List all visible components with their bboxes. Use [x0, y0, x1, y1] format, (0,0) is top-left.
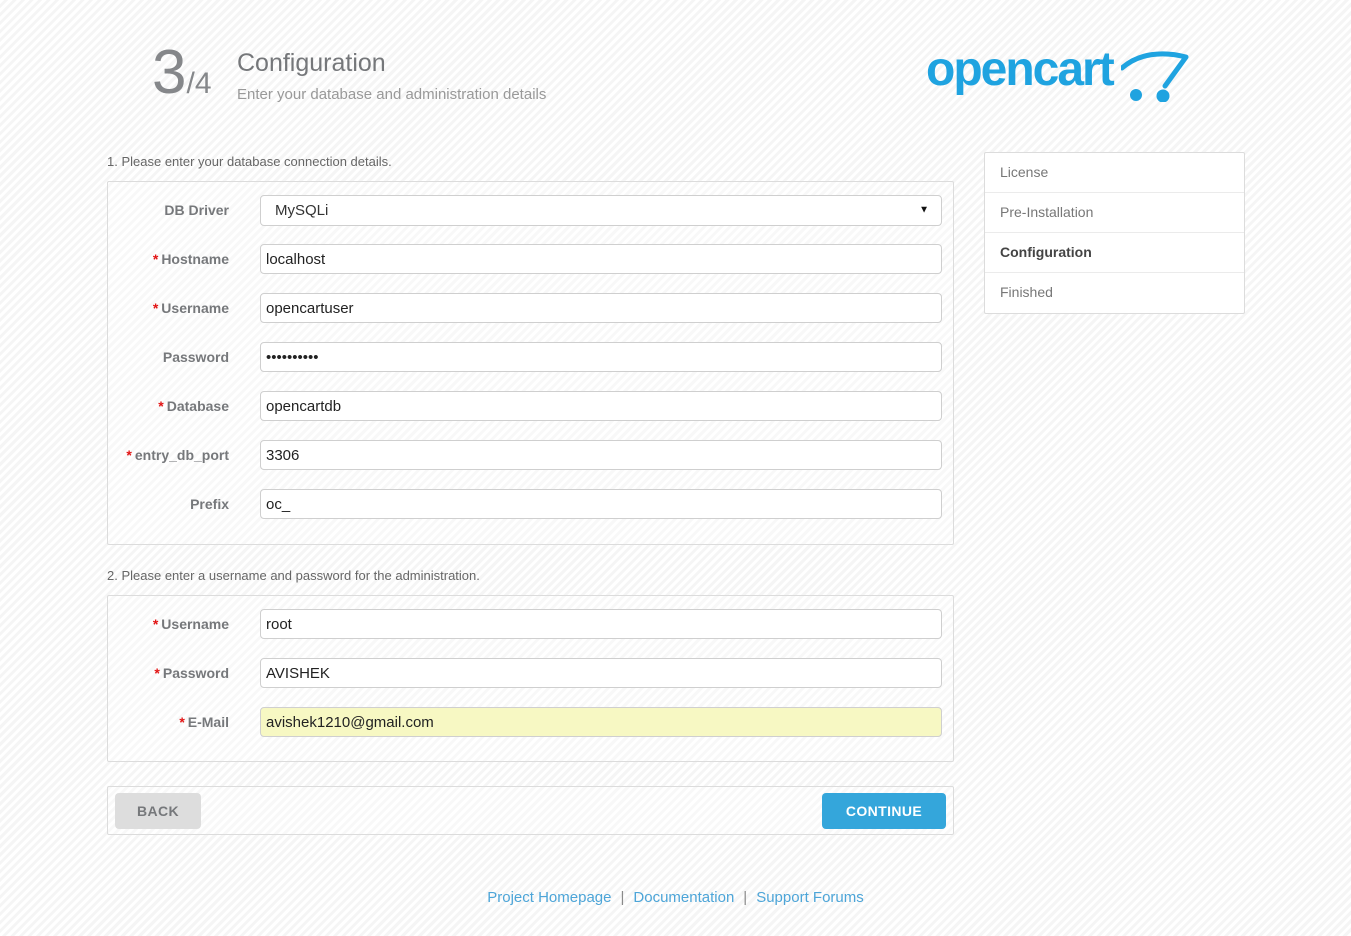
form-row-admin-password: *Password — [108, 658, 953, 688]
field-label-text: Password — [163, 349, 229, 365]
field-label-text: Username — [161, 616, 229, 632]
db-password-input[interactable] — [260, 342, 942, 372]
admin-section-heading: 2. Please enter a username and password … — [107, 568, 480, 583]
required-marker: * — [179, 714, 184, 730]
db-database-label: *Database — [108, 398, 229, 414]
required-marker: * — [153, 251, 158, 267]
db-hostname-input[interactable] — [260, 244, 942, 274]
step-number: 3 — [152, 42, 186, 104]
cart-icon — [1121, 50, 1189, 102]
field-label-text: Hostname — [161, 251, 229, 267]
form-row-db-port: *entry_db_port — [108, 440, 953, 470]
db-port-input[interactable] — [260, 440, 942, 470]
field-label-text: DB Driver — [164, 202, 229, 218]
form-row-db-prefix: Prefix — [108, 489, 953, 519]
documentation-link[interactable]: Documentation — [633, 889, 734, 906]
support-forums-link[interactable]: Support Forums — [756, 889, 864, 906]
db-panel: DB Driver MySQLi ▼ *Hostname *Username P… — [107, 181, 954, 545]
admin-email-input[interactable] — [260, 707, 942, 737]
db-prefix-label: Prefix — [108, 496, 229, 512]
field-label-text: Username — [161, 300, 229, 316]
form-row-db-password: Password — [108, 342, 953, 372]
step-indicator: 3/4 — [152, 42, 212, 104]
admin-username-input[interactable] — [260, 609, 942, 639]
form-row-db-hostname: *Hostname — [108, 244, 953, 274]
required-marker: * — [126, 447, 131, 463]
chevron-down-icon: ▼ — [919, 205, 929, 216]
admin-email-label: *E-Mail — [108, 714, 229, 730]
db-password-label: Password — [108, 349, 229, 365]
field-label-text: Prefix — [190, 496, 229, 512]
opencart-logo-text: opencart — [926, 44, 1113, 96]
form-row-db-driver: DB Driver MySQLi ▼ — [108, 195, 953, 225]
sidebar-item-finished: Finished — [985, 273, 1244, 313]
admin-password-input[interactable] — [260, 658, 942, 688]
required-marker: * — [154, 665, 159, 681]
db-section-heading: 1. Please enter your database connection… — [107, 154, 392, 169]
db-database-input[interactable] — [260, 391, 942, 421]
db-driver-label: DB Driver — [108, 202, 229, 218]
field-label-text: Password — [163, 665, 229, 681]
page-subtitle: Enter your database and administration d… — [237, 86, 546, 103]
project-homepage-link[interactable]: Project Homepage — [487, 889, 611, 906]
field-label-text: E-Mail — [188, 714, 229, 730]
step-total: /4 — [186, 67, 211, 101]
footer: Project Homepage | Documentation | Support F… — [0, 889, 1351, 906]
page-title: Configuration — [237, 49, 546, 78]
footer-separator: | — [743, 889, 747, 906]
continue-button[interactable]: CONTINUE — [822, 793, 946, 829]
sidebar-item-configuration: Configuration — [985, 233, 1244, 273]
opencart-logo: opencart — [926, 44, 1189, 102]
required-marker: * — [158, 398, 163, 414]
sidebar-item-license: License — [985, 153, 1244, 193]
form-row-admin-username: *Username — [108, 609, 953, 639]
db-driver-selected-value: MySQLi — [261, 202, 328, 219]
back-button[interactable]: BACK — [115, 793, 201, 829]
required-marker: * — [153, 300, 158, 316]
required-marker: * — [153, 616, 158, 632]
db-username-label: *Username — [108, 300, 229, 316]
admin-panel: *Username *Password *E-Mail — [107, 595, 954, 762]
form-row-admin-email: *E-Mail — [108, 707, 953, 737]
sidebar-item-pre-installation: Pre-Installation — [985, 193, 1244, 233]
install-page: 3/4 Configuration Enter your database an… — [0, 0, 1351, 936]
admin-username-label: *Username — [108, 616, 229, 632]
footer-separator: | — [620, 889, 624, 906]
action-bar: BACK CONTINUE — [107, 786, 954, 835]
field-label-text: Database — [167, 398, 229, 414]
form-row-db-database: *Database — [108, 391, 953, 421]
form-row-db-username: *Username — [108, 293, 953, 323]
db-prefix-input[interactable] — [260, 489, 942, 519]
db-username-input[interactable] — [260, 293, 942, 323]
install-steps-sidebar: License Pre-Installation Configuration F… — [984, 152, 1245, 314]
db-port-label: *entry_db_port — [108, 447, 229, 463]
header-titles: Configuration Enter your database and ad… — [237, 49, 546, 103]
admin-password-label: *Password — [108, 665, 229, 681]
db-hostname-label: *Hostname — [108, 251, 229, 267]
db-driver-select[interactable]: MySQLi ▼ — [260, 195, 942, 226]
field-label-text: entry_db_port — [135, 447, 229, 463]
